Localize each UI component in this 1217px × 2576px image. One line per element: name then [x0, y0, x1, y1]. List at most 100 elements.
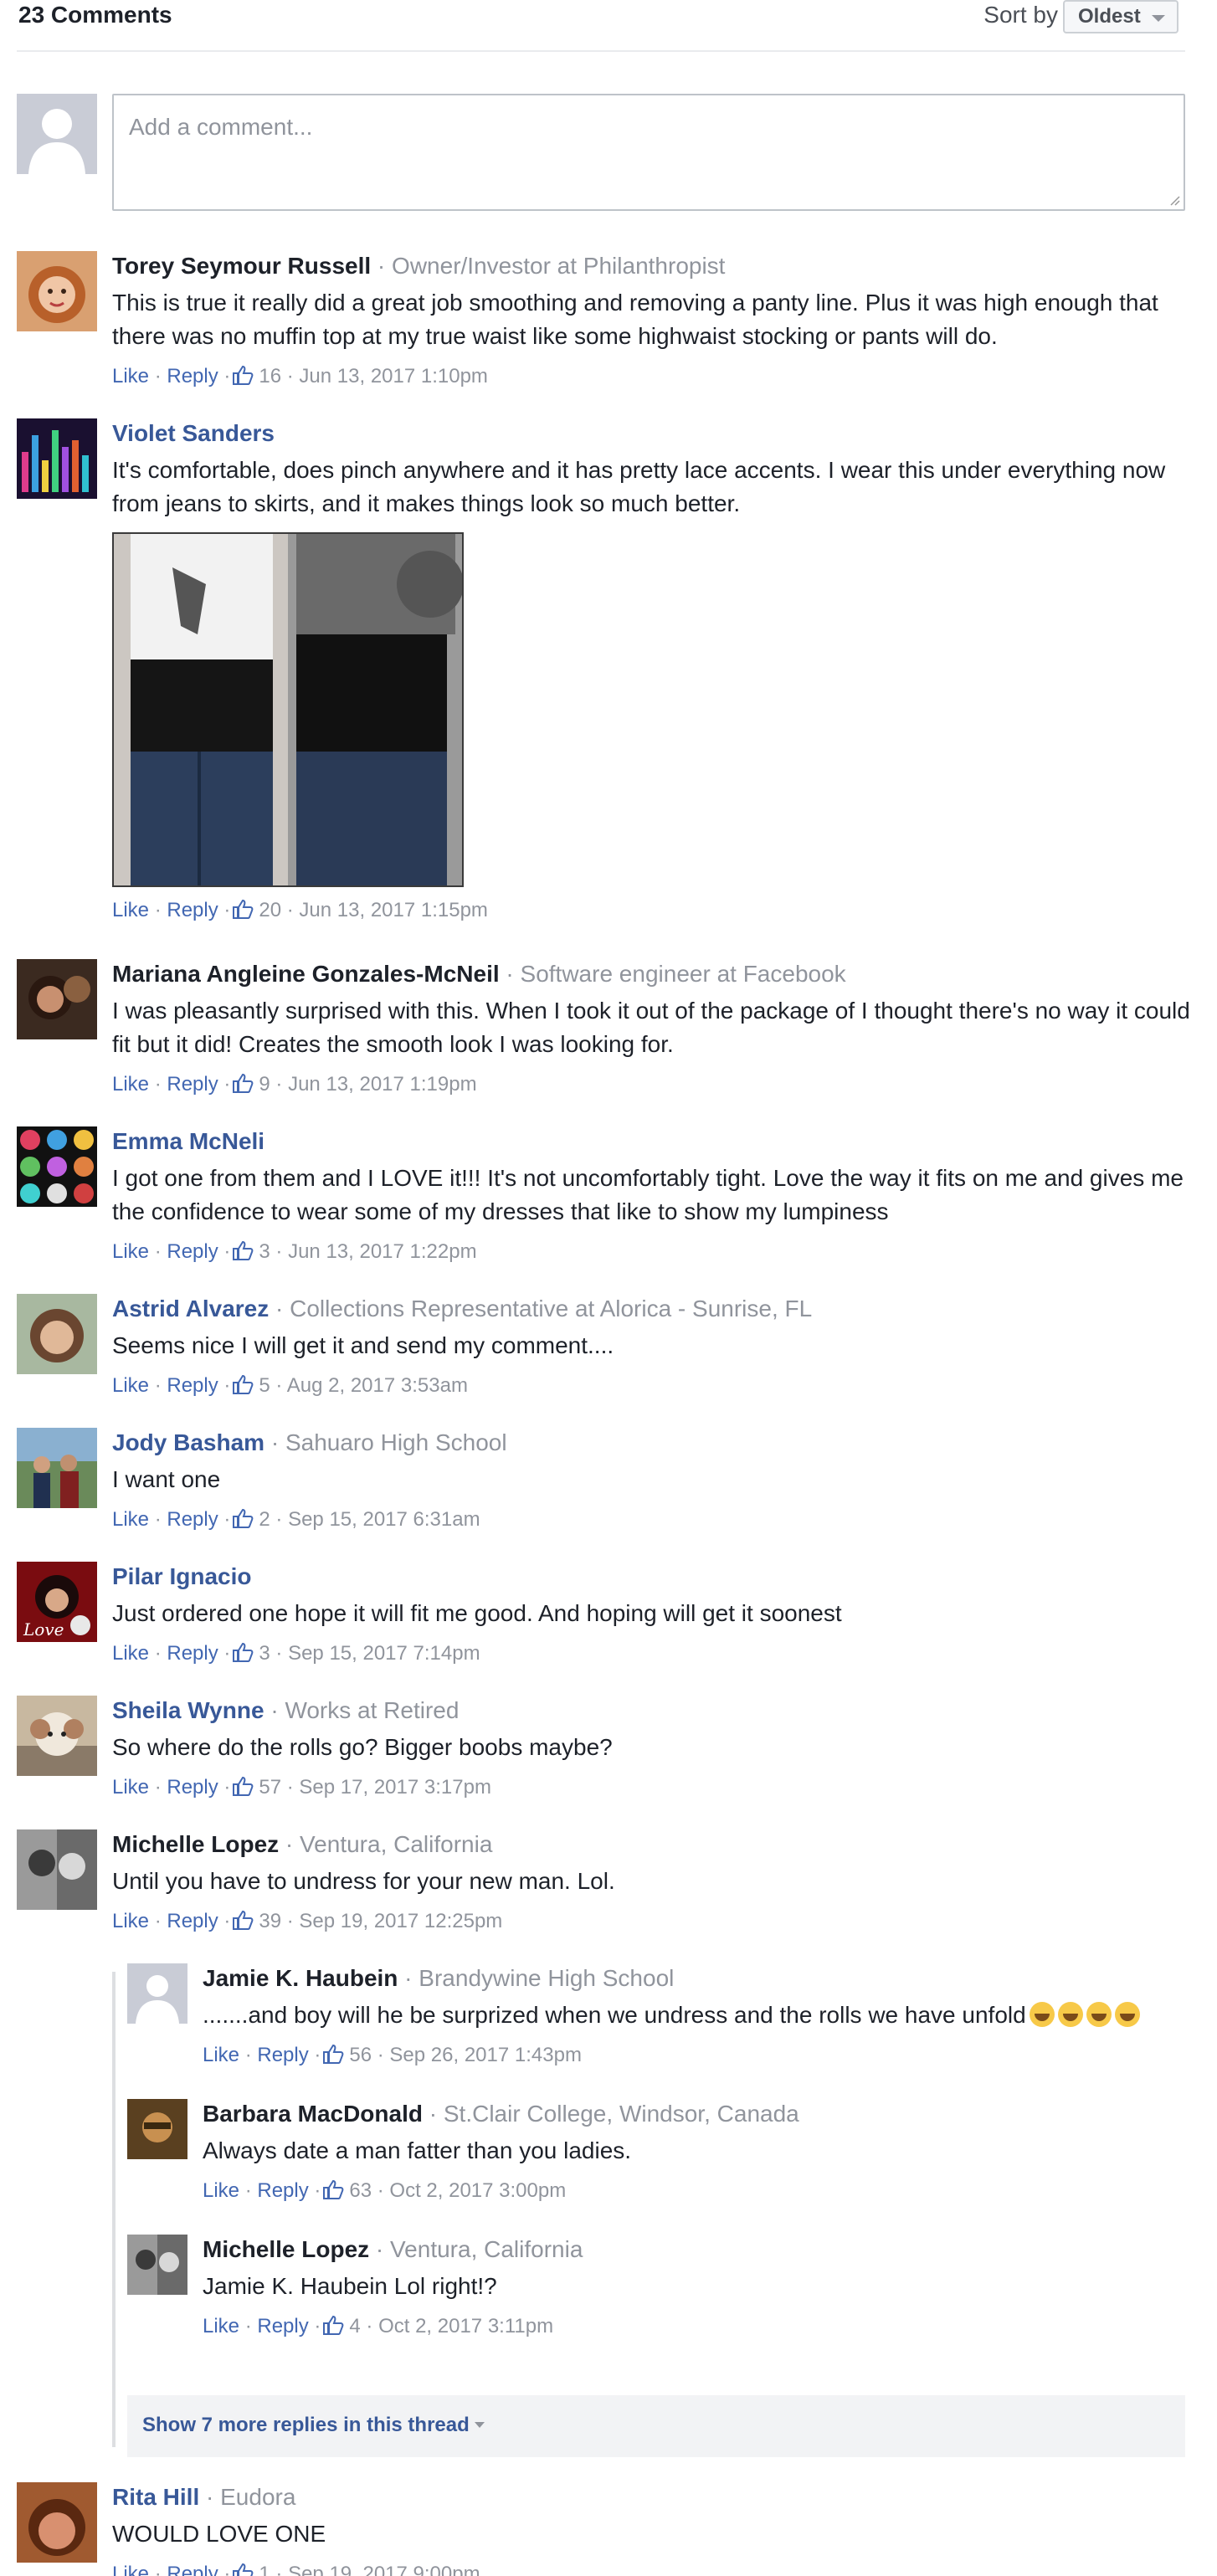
reply-link[interactable]: Reply: [167, 365, 218, 387]
like-link[interactable]: Like: [112, 1240, 149, 1263]
timestamp[interactable]: Oct 2, 2017 3:00pm: [389, 2179, 566, 2202]
thumbs-up-icon: [233, 1508, 254, 1528]
comment-text: Until you have to undress for your new m…: [112, 1868, 615, 1894]
like-link[interactable]: Like: [112, 1374, 149, 1397]
avatar[interactable]: [127, 2235, 187, 2295]
like-link[interactable]: Like: [112, 1073, 149, 1096]
author-name[interactable]: Violet Sanders: [112, 420, 275, 446]
timestamp[interactable]: Sep 19, 2017 9:00pm: [288, 2563, 480, 2576]
like-link[interactable]: Like: [203, 2315, 239, 2337]
show-more-replies-link[interactable]: Show 7 more replies in this thread: [142, 2412, 485, 2439]
comment-text: It's comfortable, does pinch anywhere an…: [112, 457, 1166, 516]
author-subtitle: Ventura, California: [390, 2236, 583, 2262]
comment-actions: Like · Reply · 5 · Aug 2, 2017 3:53am: [112, 1374, 468, 1397]
avatar[interactable]: [17, 2482, 97, 2563]
like-link[interactable]: Like: [112, 2563, 149, 2576]
attached-photo[interactable]: [112, 532, 464, 887]
comment-actions: Like · Reply · 3 · Jun 13, 2017 1:22pm: [112, 1240, 477, 1263]
timestamp[interactable]: Jun 13, 2017 1:22pm: [288, 1240, 477, 1263]
reply-link[interactable]: Reply: [167, 2563, 218, 2576]
laughing-emoji-icon: [1029, 2002, 1055, 2027]
avatar[interactable]: Love: [17, 1562, 97, 1642]
reply-link[interactable]: Reply: [257, 2044, 308, 2066]
author-name[interactable]: Michelle Lopez: [112, 1831, 279, 1857]
timestamp[interactable]: Jun 13, 2017 1:15pm: [299, 899, 488, 921]
like-link[interactable]: Like: [203, 2044, 239, 2066]
reply-link[interactable]: Reply: [167, 1508, 218, 1531]
reply-link[interactable]: Reply: [257, 2179, 308, 2202]
author-name[interactable]: Jamie K. Haubein: [203, 1965, 398, 1991]
like-count: 16: [259, 365, 282, 387]
author-name[interactable]: Astrid Alvarez: [112, 1296, 269, 1321]
like-link[interactable]: Like: [112, 1776, 149, 1799]
timestamp[interactable]: Sep 26, 2017 1:43pm: [389, 2044, 582, 2066]
author-name[interactable]: Mariana Angleine Gonzales-McNeil: [112, 961, 500, 987]
timestamp[interactable]: Sep 15, 2017 6:31am: [288, 1508, 480, 1531]
timestamp[interactable]: Jun 13, 2017 1:19pm: [288, 1073, 477, 1096]
reply-actions: Like · Reply · 63 · Oct 2, 2017 3:00pm: [203, 2179, 567, 2202]
avatar[interactable]: [17, 1126, 97, 1207]
comment-actions: Like · Reply · 57 · Sep 17, 2017 3:17pm: [112, 1776, 491, 1799]
thumbs-up-icon: [233, 365, 254, 385]
like-link[interactable]: Like: [112, 1508, 149, 1531]
author-name[interactable]: Sheila Wynne: [112, 1697, 264, 1723]
avatar[interactable]: [17, 418, 97, 499]
thumbs-up-icon: [233, 1910, 254, 1930]
like-link[interactable]: Like: [112, 1910, 149, 1932]
avatar[interactable]: [17, 251, 97, 331]
more-replies-bar: Show 7 more replies in this thread: [127, 2395, 1185, 2457]
avatar[interactable]: [17, 1294, 97, 1374]
laughing-emoji-icon: [1057, 2002, 1083, 2027]
author-name[interactable]: Torey Seymour Russell: [112, 253, 371, 279]
avatar[interactable]: [17, 1696, 97, 1776]
thumbs-up-icon: [233, 1073, 254, 1093]
like-count: 63: [349, 2179, 372, 2202]
author-name[interactable]: Pilar Ignacio: [112, 1563, 252, 1589]
sort-dropdown[interactable]: Oldest: [1063, 0, 1178, 33]
reply-link[interactable]: Reply: [167, 1910, 218, 1932]
comment-actions: Like · Reply · 3 · Sep 15, 2017 7:14pm: [112, 1642, 480, 1665]
reply-actions: Like · Reply · 56 · Sep 26, 2017 1:43pm: [203, 2044, 582, 2066]
comment-text: Seems nice I will get it and send my com…: [112, 1332, 614, 1358]
like-count: 56: [349, 2044, 372, 2066]
reply-actions: Like · Reply · 4 · Oct 2, 2017 3:11pm: [203, 2315, 554, 2337]
reply-link[interactable]: Reply: [167, 899, 218, 921]
reply-link[interactable]: Reply: [167, 1642, 218, 1665]
reply-link[interactable]: Reply: [167, 1776, 218, 1799]
like-link[interactable]: Like: [203, 2179, 239, 2202]
reply-link[interactable]: Reply: [167, 1374, 218, 1397]
author-name[interactable]: Barbara MacDonald: [203, 2101, 423, 2127]
thumbs-up-icon: [233, 1642, 254, 1662]
caret-down-icon: [474, 2422, 485, 2428]
timestamp[interactable]: Aug 2, 2017 3:53am: [287, 1374, 468, 1397]
comment-actions: Like · Reply · 2 · Sep 15, 2017 6:31am: [112, 1508, 480, 1531]
avatar[interactable]: [17, 1829, 97, 1910]
reply-link[interactable]: Reply: [167, 1240, 218, 1263]
resize-grip-icon[interactable]: [1168, 194, 1180, 206]
timestamp[interactable]: Sep 19, 2017 12:25pm: [299, 1910, 502, 1932]
author-name[interactable]: Emma McNeli: [112, 1128, 264, 1154]
author-name[interactable]: Jody Basham: [112, 1429, 264, 1455]
reply-link[interactable]: Reply: [167, 1073, 218, 1096]
comments-header: 23 Comments Sort by Oldest: [17, 0, 1185, 52]
reply-link[interactable]: Reply: [257, 2315, 308, 2337]
comment-text: This is true it really did a great job s…: [112, 290, 1158, 349]
avatar[interactable]: [127, 2099, 187, 2159]
comment-input[interactable]: Add a comment...: [112, 94, 1185, 211]
comment-text: I want one: [112, 1466, 221, 1492]
like-count: 3: [259, 1642, 270, 1665]
comment-text: WOULD LOVE ONE: [112, 2521, 326, 2547]
photo-right: [288, 534, 462, 885]
like-link[interactable]: Like: [112, 1642, 149, 1665]
like-link[interactable]: Like: [112, 899, 149, 921]
avatar[interactable]: [17, 1428, 97, 1508]
author-name[interactable]: Rita Hill: [112, 2484, 199, 2510]
default-avatar-icon[interactable]: [127, 1963, 187, 2024]
timestamp[interactable]: Sep 17, 2017 3:17pm: [299, 1776, 491, 1799]
timestamp[interactable]: Oct 2, 2017 3:11pm: [378, 2315, 553, 2337]
like-link[interactable]: Like: [112, 365, 149, 387]
avatar[interactable]: [17, 959, 97, 1039]
author-name[interactable]: Michelle Lopez: [203, 2236, 369, 2262]
timestamp[interactable]: Sep 15, 2017 7:14pm: [288, 1642, 480, 1665]
timestamp[interactable]: Jun 13, 2017 1:10pm: [299, 365, 488, 387]
